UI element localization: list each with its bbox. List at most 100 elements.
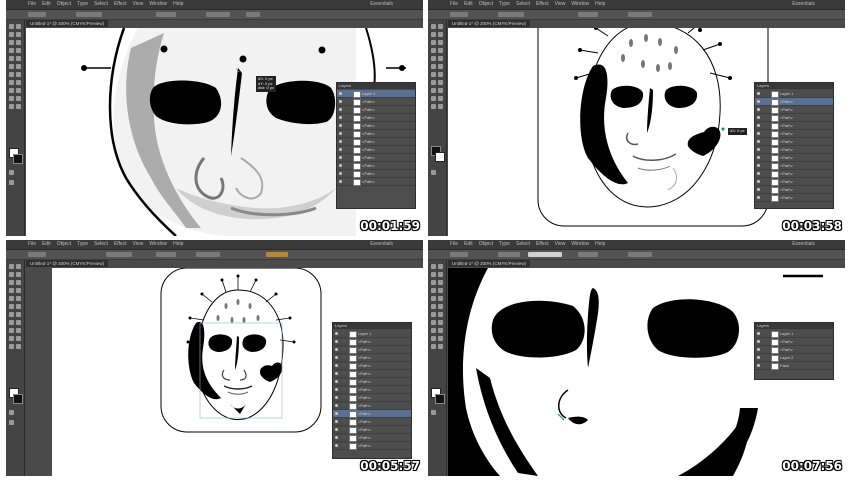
menu-file[interactable]: File [28, 0, 36, 9]
layer-row[interactable]: <Path> [333, 370, 411, 378]
symbol-tool-icon[interactable] [431, 88, 436, 93]
menu-window[interactable]: Window [149, 0, 167, 9]
layer-row[interactable]: <Path> [337, 130, 415, 138]
menu-select[interactable]: Select [94, 240, 108, 249]
menu-file[interactable]: File [450, 240, 458, 249]
menu-view[interactable]: View [555, 0, 566, 9]
direct-selection-tool-icon[interactable] [16, 24, 21, 29]
layer-row[interactable]: <Path> [337, 162, 415, 170]
visibility-eye-icon[interactable] [335, 404, 338, 407]
layer-row[interactable]: <Path> [337, 170, 415, 178]
pencil-tool-icon[interactable] [16, 288, 21, 293]
visibility-eye-icon[interactable] [339, 172, 342, 175]
layer-row[interactable]: <Path> [337, 154, 415, 162]
symbol-tool-icon[interactable] [9, 328, 14, 333]
menu-select[interactable]: Select [516, 240, 530, 249]
visibility-eye-icon[interactable] [757, 148, 760, 151]
visibility-eye-icon[interactable] [335, 372, 338, 375]
visibility-eye-icon[interactable] [339, 140, 342, 143]
hand-tool-icon[interactable] [9, 104, 14, 109]
gradient-tool-icon[interactable] [438, 312, 443, 317]
visibility-eye-icon[interactable] [757, 116, 760, 119]
menu-type[interactable]: Type [499, 240, 510, 249]
layer-row[interactable]: Layer 1 [333, 330, 411, 338]
document-tab[interactable]: Untitled-1* @ 200% (CMYK/Preview) [448, 260, 531, 267]
layer-row[interactable]: <Path> [755, 186, 833, 194]
rectangle-tool-icon[interactable] [16, 40, 21, 45]
visibility-eye-icon[interactable] [757, 340, 760, 343]
slice-tool-icon[interactable] [16, 336, 21, 341]
layer-row[interactable]: <Path> [333, 378, 411, 386]
scale-tool-icon[interactable] [16, 296, 21, 301]
pen-tool-icon[interactable] [9, 32, 14, 37]
artboard-tool-icon[interactable] [9, 96, 14, 101]
layer-row[interactable]: <Path> [755, 130, 833, 138]
selection-tool-icon[interactable] [431, 264, 436, 269]
layer-row[interactable]: <Path> [337, 122, 415, 130]
layer-row[interactable]: <Path> [755, 114, 833, 122]
menu-edit[interactable]: Edit [42, 0, 51, 9]
shape-builder-tool-icon[interactable] [9, 312, 14, 317]
visibility-eye-icon[interactable] [339, 156, 342, 159]
slice-tool-icon[interactable] [16, 96, 21, 101]
layer-row[interactable]: <Path> [333, 354, 411, 362]
blend-tool-icon[interactable] [438, 80, 443, 85]
menu-type[interactable]: Type [499, 0, 510, 9]
stroke-weight-dropdown[interactable] [498, 252, 520, 257]
type-tool-icon[interactable] [16, 272, 21, 277]
shape-builder-tool-icon[interactable] [431, 312, 436, 317]
blend-tool-icon[interactable] [16, 320, 21, 325]
opacity-field[interactable] [246, 12, 260, 17]
menu-object[interactable]: Object [57, 0, 71, 9]
fill-control[interactable] [450, 12, 468, 17]
visibility-eye-icon[interactable] [335, 332, 338, 335]
selection-tool-icon[interactable] [431, 24, 436, 29]
brush-tool-icon[interactable] [431, 288, 436, 293]
visibility-eye-icon[interactable] [339, 148, 342, 151]
graph-tool-icon[interactable] [438, 328, 443, 333]
layer-row[interactable]: <Path> [337, 138, 415, 146]
slice-tool-icon[interactable] [438, 96, 443, 101]
warp-tool-icon[interactable] [438, 304, 443, 309]
warp-tool-icon[interactable] [438, 64, 443, 69]
rotate-tool-icon[interactable] [431, 296, 436, 301]
workspace-switcher[interactable]: Essentials [370, 240, 393, 249]
draw-mode-icon[interactable] [9, 170, 14, 175]
visibility-eye-icon[interactable] [335, 364, 338, 367]
layer-row[interactable]: <Path> [337, 114, 415, 122]
style-dropdown[interactable] [196, 252, 220, 257]
layer-row[interactable]: <Path> [333, 362, 411, 370]
layer-row[interactable]: <Path> [333, 346, 411, 354]
symbol-tool-icon[interactable] [9, 88, 14, 93]
visibility-eye-icon[interactable] [757, 156, 760, 159]
width-tool-icon[interactable] [9, 304, 14, 309]
menu-select[interactable]: Select [94, 0, 108, 9]
layer-row[interactable]: <Path> [755, 138, 833, 146]
symbol-tool-icon[interactable] [431, 328, 436, 333]
graph-tool-icon[interactable] [16, 328, 21, 333]
type-tool-icon[interactable] [438, 272, 443, 277]
shape-builder-tool-icon[interactable] [9, 72, 14, 77]
visibility-eye-icon[interactable] [757, 124, 760, 127]
layer-row[interactable]: Face [755, 362, 833, 370]
rotate-tool-icon[interactable] [9, 56, 14, 61]
opacity-field[interactable] [266, 252, 288, 257]
width-tool-icon[interactable] [431, 304, 436, 309]
layer-row[interactable]: Layer 2 [755, 354, 833, 362]
layer-row[interactable]: <Path> [337, 146, 415, 154]
hand-tool-icon[interactable] [431, 104, 436, 109]
stroke-swatch[interactable] [435, 152, 445, 162]
visibility-eye-icon[interactable] [757, 364, 760, 367]
visibility-eye-icon[interactable] [335, 436, 338, 439]
document-tab[interactable]: Untitled-1* @ 200% (CMYK/Preview) [26, 260, 109, 267]
layer-row[interactable]: Layer 1 [755, 330, 833, 338]
visibility-eye-icon[interactable] [339, 108, 342, 111]
gradient-tool-icon[interactable] [16, 72, 21, 77]
layer-row[interactable]: <Path> [755, 170, 833, 178]
layer-row[interactable]: <Path> [333, 426, 411, 434]
gradient-tool-icon[interactable] [16, 312, 21, 317]
layer-row[interactable]: <Path> [755, 154, 833, 162]
layer-row[interactable]: <Path> [333, 418, 411, 426]
rectangle-tool-icon[interactable] [16, 280, 21, 285]
visibility-eye-icon[interactable] [757, 132, 760, 135]
